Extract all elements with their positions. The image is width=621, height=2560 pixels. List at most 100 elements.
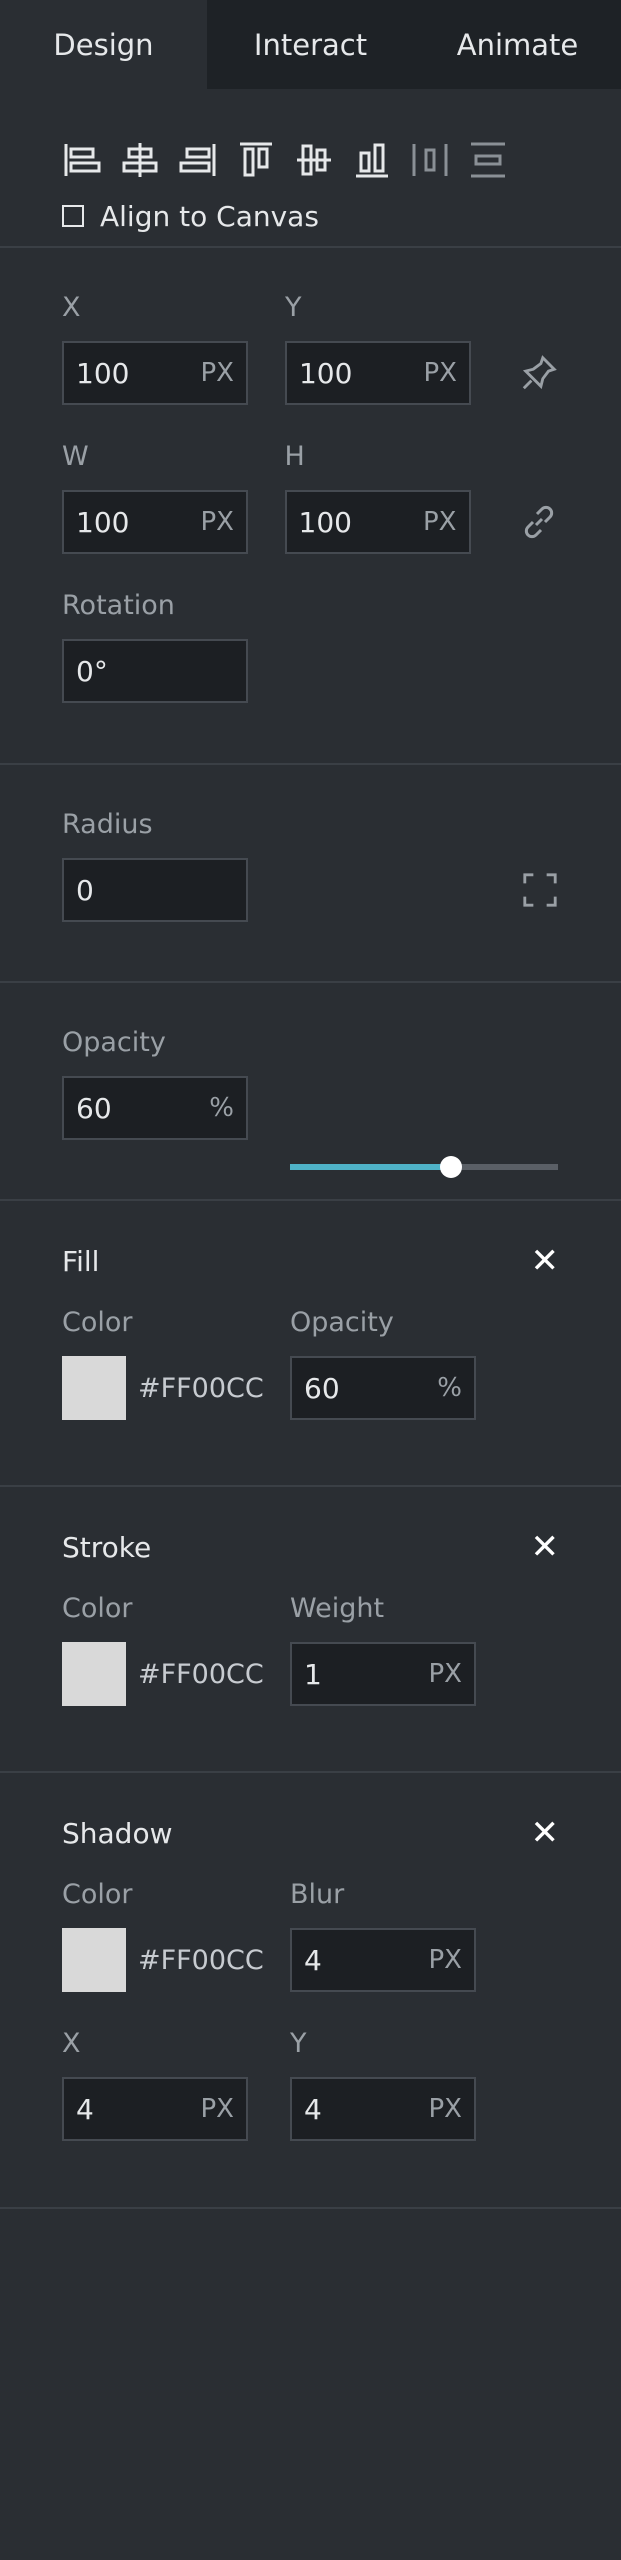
w-label: W xyxy=(62,441,89,472)
stroke-color-label: Color xyxy=(62,1593,133,1624)
y-label: Y xyxy=(284,292,302,323)
fill-section: Fill ✕ Color #FF00CC Opacity 60 % xyxy=(0,1201,621,1487)
opacity-label: Opacity xyxy=(62,1027,166,1058)
opacity-section: Opacity 60 % xyxy=(0,983,621,1201)
fill-opacity-input[interactable]: 60 % xyxy=(290,1356,476,1420)
opacity-slider[interactable] xyxy=(290,1156,558,1178)
fill-color-label: Color xyxy=(62,1307,133,1338)
rotation-label: Rotation xyxy=(62,590,175,621)
tab-interact[interactable]: Interact xyxy=(207,0,414,89)
size-row: W 100 PX H 100 PX xyxy=(62,405,559,554)
w-value: 100 xyxy=(76,505,130,539)
fill-header: Fill ✕ xyxy=(62,1201,560,1281)
y-input[interactable]: 100 PX xyxy=(284,341,471,405)
align-bottom-icon[interactable] xyxy=(352,140,392,180)
x-input[interactable]: 100 PX xyxy=(62,341,248,405)
stroke-header: Stroke ✕ xyxy=(62,1487,560,1567)
align-top-icon[interactable] xyxy=(236,140,276,180)
align-right-icon[interactable] xyxy=(178,140,218,180)
rotation-input[interactable]: 0° xyxy=(62,639,248,703)
shadow-y-label: Y xyxy=(290,2028,307,2059)
radius-section: Radius 0 xyxy=(0,765,621,983)
tab-animate[interactable]: Animate xyxy=(414,0,621,89)
stroke-weight-value: 1 xyxy=(304,1657,322,1691)
opacity-value: 60 xyxy=(76,1091,112,1125)
shadow-x-unit: PX xyxy=(200,2094,235,2124)
h-label: H xyxy=(284,441,305,472)
shadow-y-unit: PX xyxy=(428,2094,463,2124)
fill-opacity-value: 60 xyxy=(304,1371,340,1405)
x-label: X xyxy=(62,292,81,323)
tab-bar: Design Interact Animate xyxy=(0,0,621,89)
stroke-weight-label: Weight xyxy=(290,1593,385,1624)
shadow-y-input[interactable]: 4 PX xyxy=(290,2077,476,2141)
shadow-blur-label: Blur xyxy=(290,1879,345,1910)
y-unit: PX xyxy=(423,358,457,388)
shadow-blur-value: 4 xyxy=(304,1943,322,1977)
alignment-section: Align to Canvas xyxy=(0,89,621,248)
stroke-remove-icon[interactable]: ✕ xyxy=(531,1527,560,1567)
pin-icon[interactable] xyxy=(520,341,559,405)
fill-color-swatch[interactable] xyxy=(62,1356,126,1420)
expand-corners-icon[interactable] xyxy=(521,858,559,922)
stroke-title: Stroke xyxy=(62,1530,152,1564)
stroke-row: Color #FF00CC Weight 1 PX xyxy=(62,1565,559,1706)
fill-title: Fill xyxy=(62,1244,100,1278)
radius-label: Radius xyxy=(62,809,153,840)
fill-opacity-label: Opacity xyxy=(290,1307,394,1338)
align-center-vertical-icon[interactable] xyxy=(294,140,334,180)
align-center-horizontal-icon[interactable] xyxy=(120,140,160,180)
fill-opacity-unit: % xyxy=(437,1373,462,1403)
x-value: 100 xyxy=(76,356,130,390)
radius-value: 0 xyxy=(76,873,94,907)
position-row: X 100 PX Y 100 PX xyxy=(62,248,559,405)
shadow-color-swatch[interactable] xyxy=(62,1928,126,1992)
shadow-header: Shadow ✕ xyxy=(62,1773,560,1853)
shadow-remove-icon[interactable]: ✕ xyxy=(531,1813,560,1853)
shadow-color-label: Color xyxy=(62,1879,133,1910)
x-unit: PX xyxy=(200,358,235,388)
shadow-color-hex[interactable]: #FF00CC xyxy=(138,1945,264,1976)
align-to-canvas-label: Align to Canvas xyxy=(100,199,319,233)
link-icon[interactable] xyxy=(519,490,559,554)
shadow-blur-input[interactable]: 4 PX xyxy=(290,1928,476,1992)
stroke-weight-unit: PX xyxy=(428,1659,463,1689)
stroke-section: Stroke ✕ Color #FF00CC Weight 1 PX xyxy=(0,1487,621,1773)
opacity-slider-fill xyxy=(290,1164,451,1170)
alignment-toolbar xyxy=(62,89,559,191)
fill-row: Color #FF00CC Opacity 60 % xyxy=(62,1279,559,1420)
radius-input[interactable]: 0 xyxy=(62,858,248,922)
opacity-unit: % xyxy=(209,1093,234,1123)
rotation-value: 0° xyxy=(76,654,108,688)
shadow-x-input[interactable]: 4 PX xyxy=(62,2077,248,2141)
transform-section: X 100 PX Y 100 PX W 100 PX H 100 PX Rota… xyxy=(0,248,621,765)
shadow-y-value: 4 xyxy=(304,2092,322,2126)
distribute-vertical-icon[interactable] xyxy=(468,140,508,180)
h-value: 100 xyxy=(298,505,352,539)
shadow-x-label: X xyxy=(62,2028,81,2059)
opacity-input[interactable]: 60 % xyxy=(62,1076,248,1140)
shadow-row: Color #FF00CC Blur 4 PX xyxy=(62,1851,559,1992)
w-unit: PX xyxy=(200,507,235,537)
stroke-weight-input[interactable]: 1 PX xyxy=(290,1642,476,1706)
align-to-canvas-checkbox[interactable] xyxy=(62,205,84,227)
distribute-horizontal-icon[interactable] xyxy=(410,140,450,180)
opacity-slider-handle[interactable] xyxy=(439,1156,462,1178)
shadow-section: Shadow ✕ Color #FF00CC Blur 4 PX X 4 PX … xyxy=(0,1773,621,2209)
tab-design[interactable]: Design xyxy=(0,0,207,89)
stroke-color-swatch[interactable] xyxy=(62,1642,126,1706)
fill-color-hex[interactable]: #FF00CC xyxy=(138,1373,264,1404)
shadow-title: Shadow xyxy=(62,1816,173,1850)
radius-row: Radius 0 xyxy=(62,765,559,922)
h-input[interactable]: 100 PX xyxy=(284,490,471,554)
shadow-blur-unit: PX xyxy=(428,1945,463,1975)
stroke-color-hex[interactable]: #FF00CC xyxy=(138,1659,264,1690)
w-input[interactable]: 100 PX xyxy=(62,490,248,554)
shadow-offset-row: X 4 PX Y 4 PX xyxy=(62,1992,559,2141)
rotation-row: Rotation 0° xyxy=(62,554,559,703)
h-unit: PX xyxy=(423,507,457,537)
y-value: 100 xyxy=(298,356,353,390)
shadow-x-value: 4 xyxy=(76,2092,94,2126)
align-left-icon[interactable] xyxy=(62,140,102,180)
fill-remove-icon[interactable]: ✕ xyxy=(531,1241,560,1281)
